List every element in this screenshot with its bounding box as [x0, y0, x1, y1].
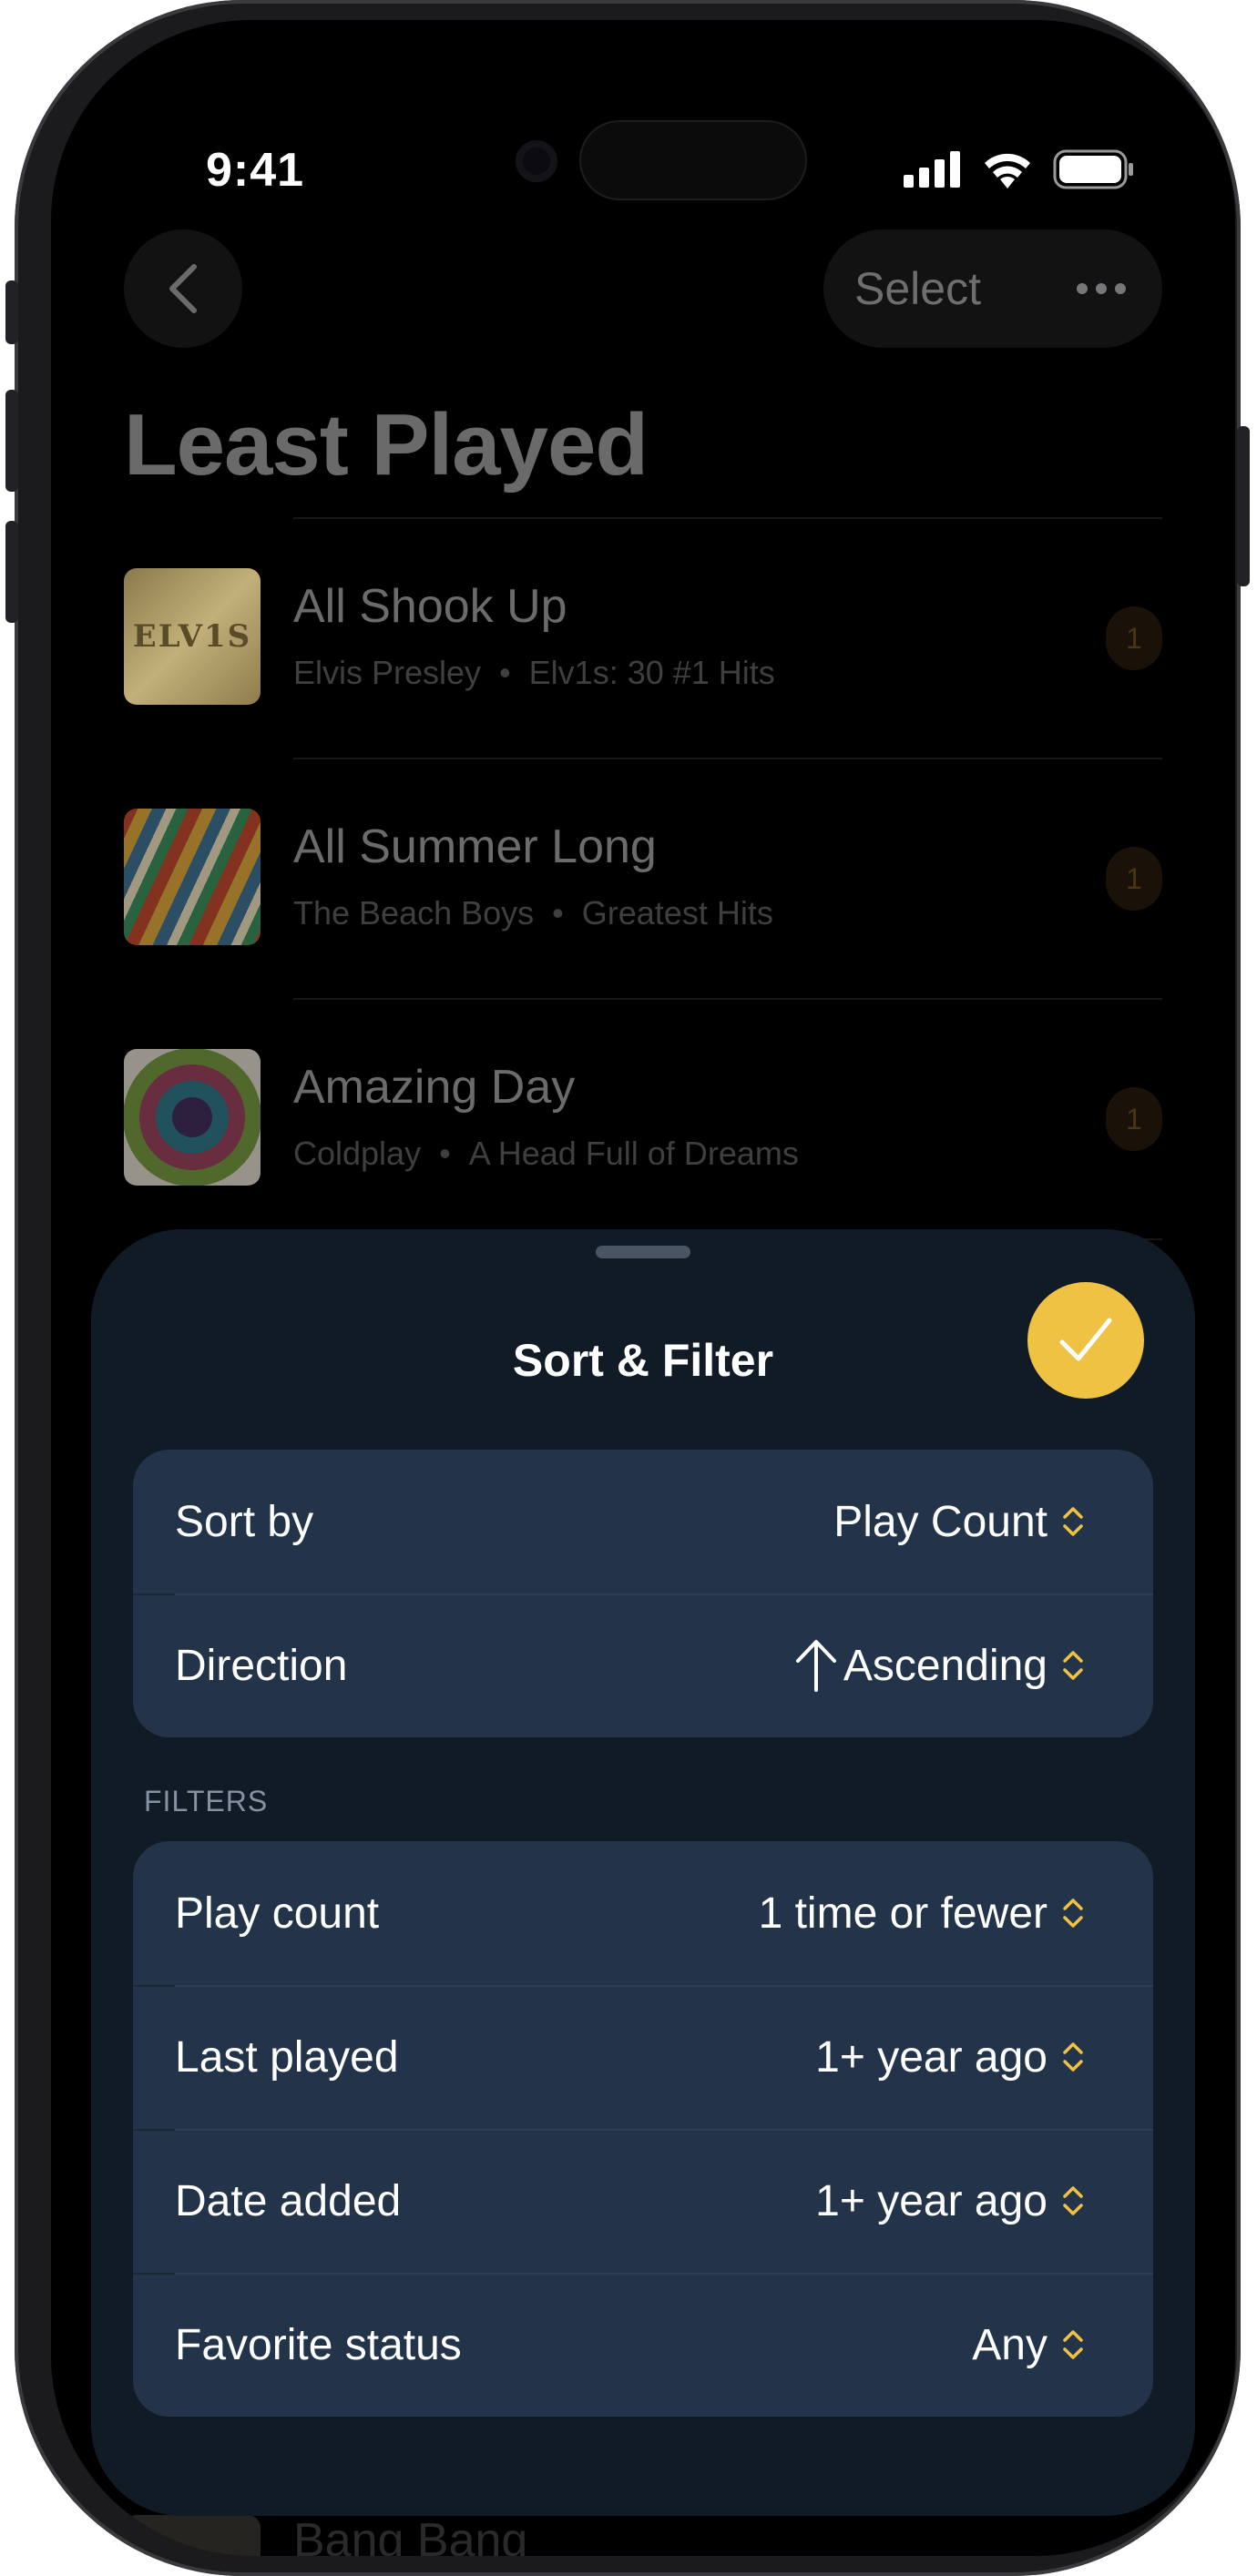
- screen: 9:41 Select Least Played ELV1S All Shook…: [51, 20, 1235, 2556]
- album-art-beach-boys: [124, 809, 261, 945]
- action-button: [5, 280, 18, 344]
- chevron-up-down-icon: [1063, 1899, 1083, 1928]
- dynamic-island: [579, 120, 807, 200]
- play-count-badge: 1: [1106, 606, 1162, 670]
- filter-last-played-row[interactable]: Last played 1+ year ago: [133, 1985, 1153, 2129]
- page-title: Least Played: [124, 396, 649, 494]
- front-camera: [516, 140, 557, 182]
- filter-favorite-status-row[interactable]: Favorite status Any: [133, 2273, 1153, 2417]
- phone-frame: 9:41 Select Least Played ELV1S All Shook…: [5, 0, 1250, 2576]
- table-row[interactable]: Amazing Day Coldplay • A Head Full of Drea…: [51, 998, 1235, 1238]
- power-button: [1237, 426, 1250, 586]
- chevron-left-icon: [169, 264, 197, 313]
- battery-icon: [1053, 149, 1133, 189]
- direction-row[interactable]: Direction Ascending: [133, 1593, 1153, 1737]
- row-value: 1 time or fewer: [759, 1889, 1084, 1939]
- song-album: Elv1s: 30 #1 Hits: [528, 654, 775, 691]
- row-value: 1+ year ago: [815, 2176, 1084, 2226]
- play-count-badge: 1: [1106, 1087, 1162, 1151]
- volume-down-button: [5, 521, 18, 623]
- filter-play-count-row[interactable]: Play count 1 time or fewer: [133, 1841, 1153, 1985]
- song-title: All Shook Up: [293, 580, 567, 633]
- album-art-peek: [124, 2515, 261, 2556]
- song-subtitle: Coldplay • A Head Full of Dreams: [293, 1135, 799, 1172]
- song-artist: Elvis Presley: [293, 654, 482, 691]
- song-subtitle: Elvis Presley • Elv1s: 30 #1 Hits: [293, 654, 775, 691]
- song-title: Amazing Day: [293, 1061, 576, 1114]
- song-album: A Head Full of Dreams: [468, 1135, 799, 1172]
- row-value: 1+ year ago: [815, 2032, 1084, 2082]
- filter-value: 1 time or fewer: [758, 1889, 1048, 1938]
- chevron-up-down-icon: [1063, 2186, 1083, 2215]
- wifi-icon: [985, 153, 1030, 188]
- row-label: Favorite status: [175, 2320, 462, 2369]
- sort-by-row[interactable]: Sort by Play Count: [133, 1450, 1153, 1593]
- album-art-elvis: ELV1S: [124, 568, 261, 705]
- checkmark-icon: [1059, 1318, 1112, 1361]
- filter-value: Any: [972, 2320, 1048, 2369]
- filter-value: 1+ year ago: [815, 2032, 1048, 2082]
- song-title: Bang Bang: [293, 2514, 528, 2556]
- sort-group: Sort by Play Count Direction Ascending: [133, 1450, 1153, 1737]
- row-label: Sort by: [175, 1497, 314, 1546]
- filter-value: 1+ year ago: [815, 2176, 1048, 2225]
- row-value: Play Count: [833, 1497, 1084, 1547]
- album-art-text: ELV1S: [132, 618, 252, 655]
- row-label: Direction: [175, 1641, 348, 1690]
- arrow-up-icon: [795, 1640, 836, 1692]
- row-label: Date added: [175, 2176, 402, 2225]
- sheet-grabber[interactable]: [596, 1246, 690, 1258]
- more-icon[interactable]: [1077, 283, 1126, 294]
- volume-up-button: [5, 390, 18, 492]
- row-value: Ascending: [792, 1637, 1084, 1694]
- header-actions-pill: Select: [823, 229, 1162, 348]
- table-row[interactable]: ELV1S All Shook Up Elvis Presley • Elv1s: …: [51, 517, 1235, 758]
- select-button[interactable]: Select: [854, 262, 981, 315]
- row-label: Last played: [175, 2032, 399, 2082]
- song-artist: Coldplay: [293, 1135, 422, 1172]
- row-value: Any: [972, 2320, 1084, 2370]
- status-icons: [904, 149, 1135, 189]
- chevron-up-down-icon: [1063, 2330, 1083, 2359]
- row-label: Play count: [175, 1889, 380, 1938]
- sort-by-value: Play Count: [833, 1497, 1048, 1546]
- chevron-up-down-icon: [1063, 2042, 1083, 2072]
- filter-date-added-row[interactable]: Date added 1+ year ago: [133, 2129, 1153, 2273]
- done-button[interactable]: [1027, 1282, 1144, 1399]
- chevron-up-down-icon: [1063, 1651, 1083, 1680]
- song-artist: The Beach Boys: [293, 894, 535, 932]
- back-button[interactable]: [124, 229, 242, 348]
- sort-filter-sheet: Sort & Filter Sort by Play Count Directi…: [91, 1229, 1195, 2516]
- cellular-signal-icon: [904, 151, 960, 188]
- filters-section-header: FILTERS: [144, 1785, 269, 1817]
- album-art-coldplay: [124, 1049, 261, 1186]
- filters-group: Play count 1 time or fewer Last played 1…: [133, 1841, 1153, 2417]
- play-count-badge: 1: [1106, 847, 1162, 911]
- direction-value: Ascending: [843, 1641, 1048, 1690]
- song-album: Greatest Hits: [581, 894, 773, 932]
- status-time: 9:41: [206, 144, 305, 197]
- song-subtitle: The Beach Boys • Greatest Hits: [293, 894, 773, 932]
- song-title: All Summer Long: [293, 820, 657, 873]
- table-row[interactable]: All Summer Long The Beach Boys • Greatest …: [51, 758, 1235, 998]
- chevron-up-down-icon: [1063, 1507, 1083, 1536]
